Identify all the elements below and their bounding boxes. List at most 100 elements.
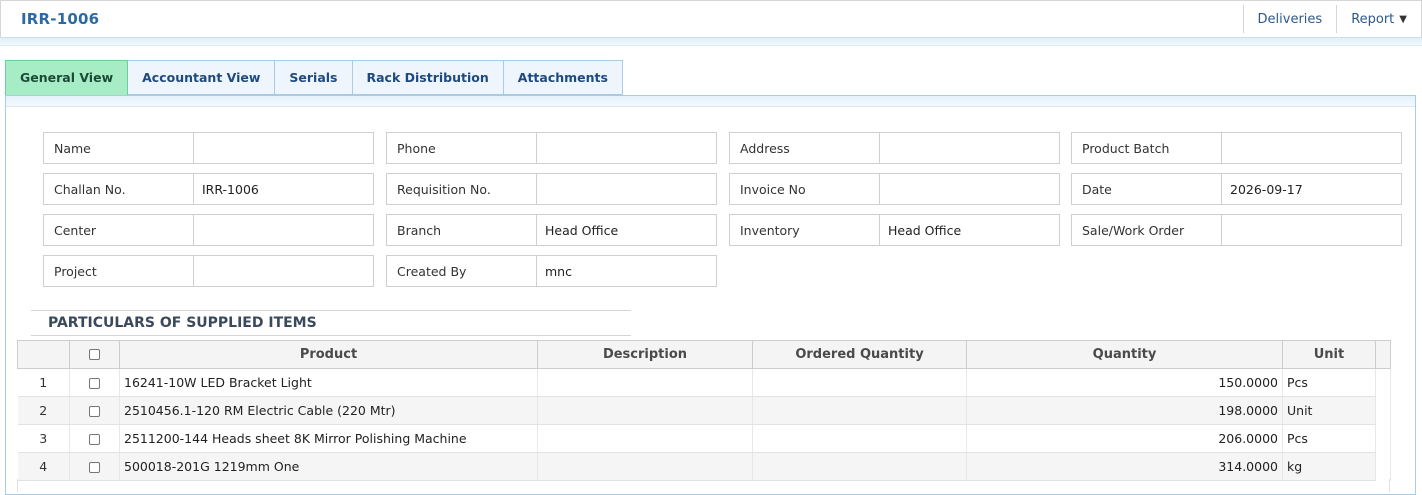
header-divider (0, 37, 1422, 46)
field-label: Address (730, 133, 880, 163)
tab-label: Attachments (517, 70, 608, 85)
phone-value (537, 133, 716, 163)
field-label: Inventory (730, 215, 880, 245)
row-number: 4 (17, 452, 70, 481)
product-cell: 500018-201G 1219mm One (119, 452, 538, 481)
scroll-gutter (1375, 424, 1391, 453)
description-cell (537, 368, 753, 397)
invoice-no-value (880, 174, 1059, 204)
scroll-gutter (1375, 340, 1391, 369)
table-row[interactable]: 1 16241-10W LED Bracket Light 150.0000 P… (17, 368, 1391, 397)
challan-no-field: Challan No. IRR-1006 (43, 173, 374, 205)
page-title: IRR-1006 (21, 10, 100, 28)
unit-cell: kg (1282, 452, 1376, 481)
tab-general-view[interactable]: General View (5, 60, 129, 96)
quantity-column-header: Quantity (966, 340, 1283, 369)
tab-bar: General View Accountant View Serials Rac… (5, 60, 623, 96)
field-label: Branch (387, 215, 537, 245)
field-label: Phone (387, 133, 537, 163)
field-label: Product Batch (1072, 133, 1222, 163)
product-cell: 2511200-144 Heads sheet 8K Mirror Polish… (119, 424, 538, 453)
quantity-cell: 206.0000 (966, 424, 1283, 453)
table-footer-space (17, 479, 1390, 492)
ordered-quantity-column-header: Ordered Quantity (752, 340, 967, 369)
date-value: 2026-09-17 (1230, 181, 1303, 197)
scroll-gutter (1375, 452, 1391, 481)
tab-rack-distribution[interactable]: Rack Distribution (352, 60, 504, 95)
quantity-cell: 150.0000 (966, 368, 1283, 397)
product-batch-value (1222, 133, 1401, 163)
name-value (194, 133, 373, 163)
tab-label: General View (20, 70, 114, 85)
field-label: Challan No. (44, 174, 194, 204)
top-bar: IRR-1006 Deliveries Report ▼ (0, 0, 1422, 37)
select-all-checkbox[interactable] (69, 340, 120, 369)
unit-cell: Pcs (1282, 424, 1376, 453)
description-cell (537, 452, 753, 481)
description-column-header: Description (537, 340, 753, 369)
row-number: 3 (17, 424, 70, 453)
row-checkbox[interactable] (69, 452, 120, 481)
ordered-quantity-cell (752, 452, 967, 481)
tab-attachments[interactable]: Attachments (503, 60, 623, 95)
table-row[interactable]: 3 2511200-144 Heads sheet 8K Mirror Poli… (17, 424, 1391, 453)
supplied-items-table: Product Description Ordered Quantity Qua… (17, 340, 1391, 481)
row-checkbox[interactable] (69, 368, 120, 397)
tab-label: Serials (289, 70, 338, 85)
center-value (194, 215, 373, 245)
product-column-header: Product (119, 340, 538, 369)
product-cell: 16241-10W LED Bracket Light (119, 368, 538, 397)
field-label: Created By (387, 256, 537, 286)
top-actions: Deliveries Report ▼ (1242, 5, 1421, 33)
ordered-quantity-cell (752, 368, 967, 397)
project-value (194, 256, 373, 286)
name-field: Name (43, 132, 374, 164)
field-label: Requisition No. (387, 174, 537, 204)
table-row[interactable]: 2 2510456.1-120 RM Electric Cable (220 M… (17, 396, 1391, 425)
tab-serials[interactable]: Serials (275, 60, 353, 95)
table-row[interactable]: 4 500018-201G 1219mm One 314.0000 kg (17, 452, 1391, 481)
row-number-header (17, 340, 70, 369)
report-dropdown[interactable]: Report ▼ (1336, 5, 1421, 33)
field-label: Center (44, 215, 194, 245)
date-field: Date 2026-09-17 (1071, 173, 1402, 205)
invoice-no-field: Invoice No (729, 173, 1060, 205)
sale-work-order-field: Sale/Work Order (1071, 214, 1402, 246)
unit-column-header: Unit (1282, 340, 1376, 369)
product-cell: 2510456.1-120 RM Electric Cable (220 Mtr… (119, 396, 538, 425)
inventory-value: Head Office (888, 222, 962, 238)
description-cell (537, 424, 753, 453)
product-batch-field: Product Batch (1071, 132, 1402, 164)
field-label: Name (44, 133, 194, 163)
branch-field: Branch Head Office (386, 214, 717, 246)
field-label: Project (44, 256, 194, 286)
deliveries-button[interactable]: Deliveries (1242, 5, 1337, 33)
field-label: Date (1072, 174, 1222, 204)
tab-accountant-view[interactable]: Accountant View (128, 60, 276, 95)
created-by-value: mnc (545, 263, 572, 279)
branch-value: Head Office (545, 222, 619, 238)
ordered-quantity-cell (752, 396, 967, 425)
tab-label: Rack Distribution (366, 70, 489, 85)
panel-header-strip (6, 96, 1415, 107)
section-title: PARTICULARS OF SUPPLIED ITEMS (31, 310, 631, 336)
tab-label: Accountant View (142, 70, 261, 85)
description-cell (537, 396, 753, 425)
ordered-quantity-cell (752, 424, 967, 453)
row-checkbox[interactable] (69, 396, 120, 425)
sale-work-order-value (1222, 215, 1401, 245)
phone-field: Phone (386, 132, 717, 164)
field-label: Invoice No (730, 174, 880, 204)
project-field: Project (43, 255, 374, 287)
report-label: Report (1351, 11, 1395, 27)
center-field: Center (43, 214, 374, 246)
chevron-down-icon: ▼ (1399, 13, 1407, 25)
quantity-cell: 314.0000 (966, 452, 1283, 481)
requisition-no-field: Requisition No. (386, 173, 717, 205)
unit-cell: Pcs (1282, 368, 1376, 397)
row-checkbox[interactable] (69, 424, 120, 453)
quantity-cell: 198.0000 (966, 396, 1283, 425)
challan-no-value: IRR-1006 (202, 181, 259, 197)
scroll-gutter (1375, 396, 1391, 425)
scroll-gutter (1375, 368, 1391, 397)
